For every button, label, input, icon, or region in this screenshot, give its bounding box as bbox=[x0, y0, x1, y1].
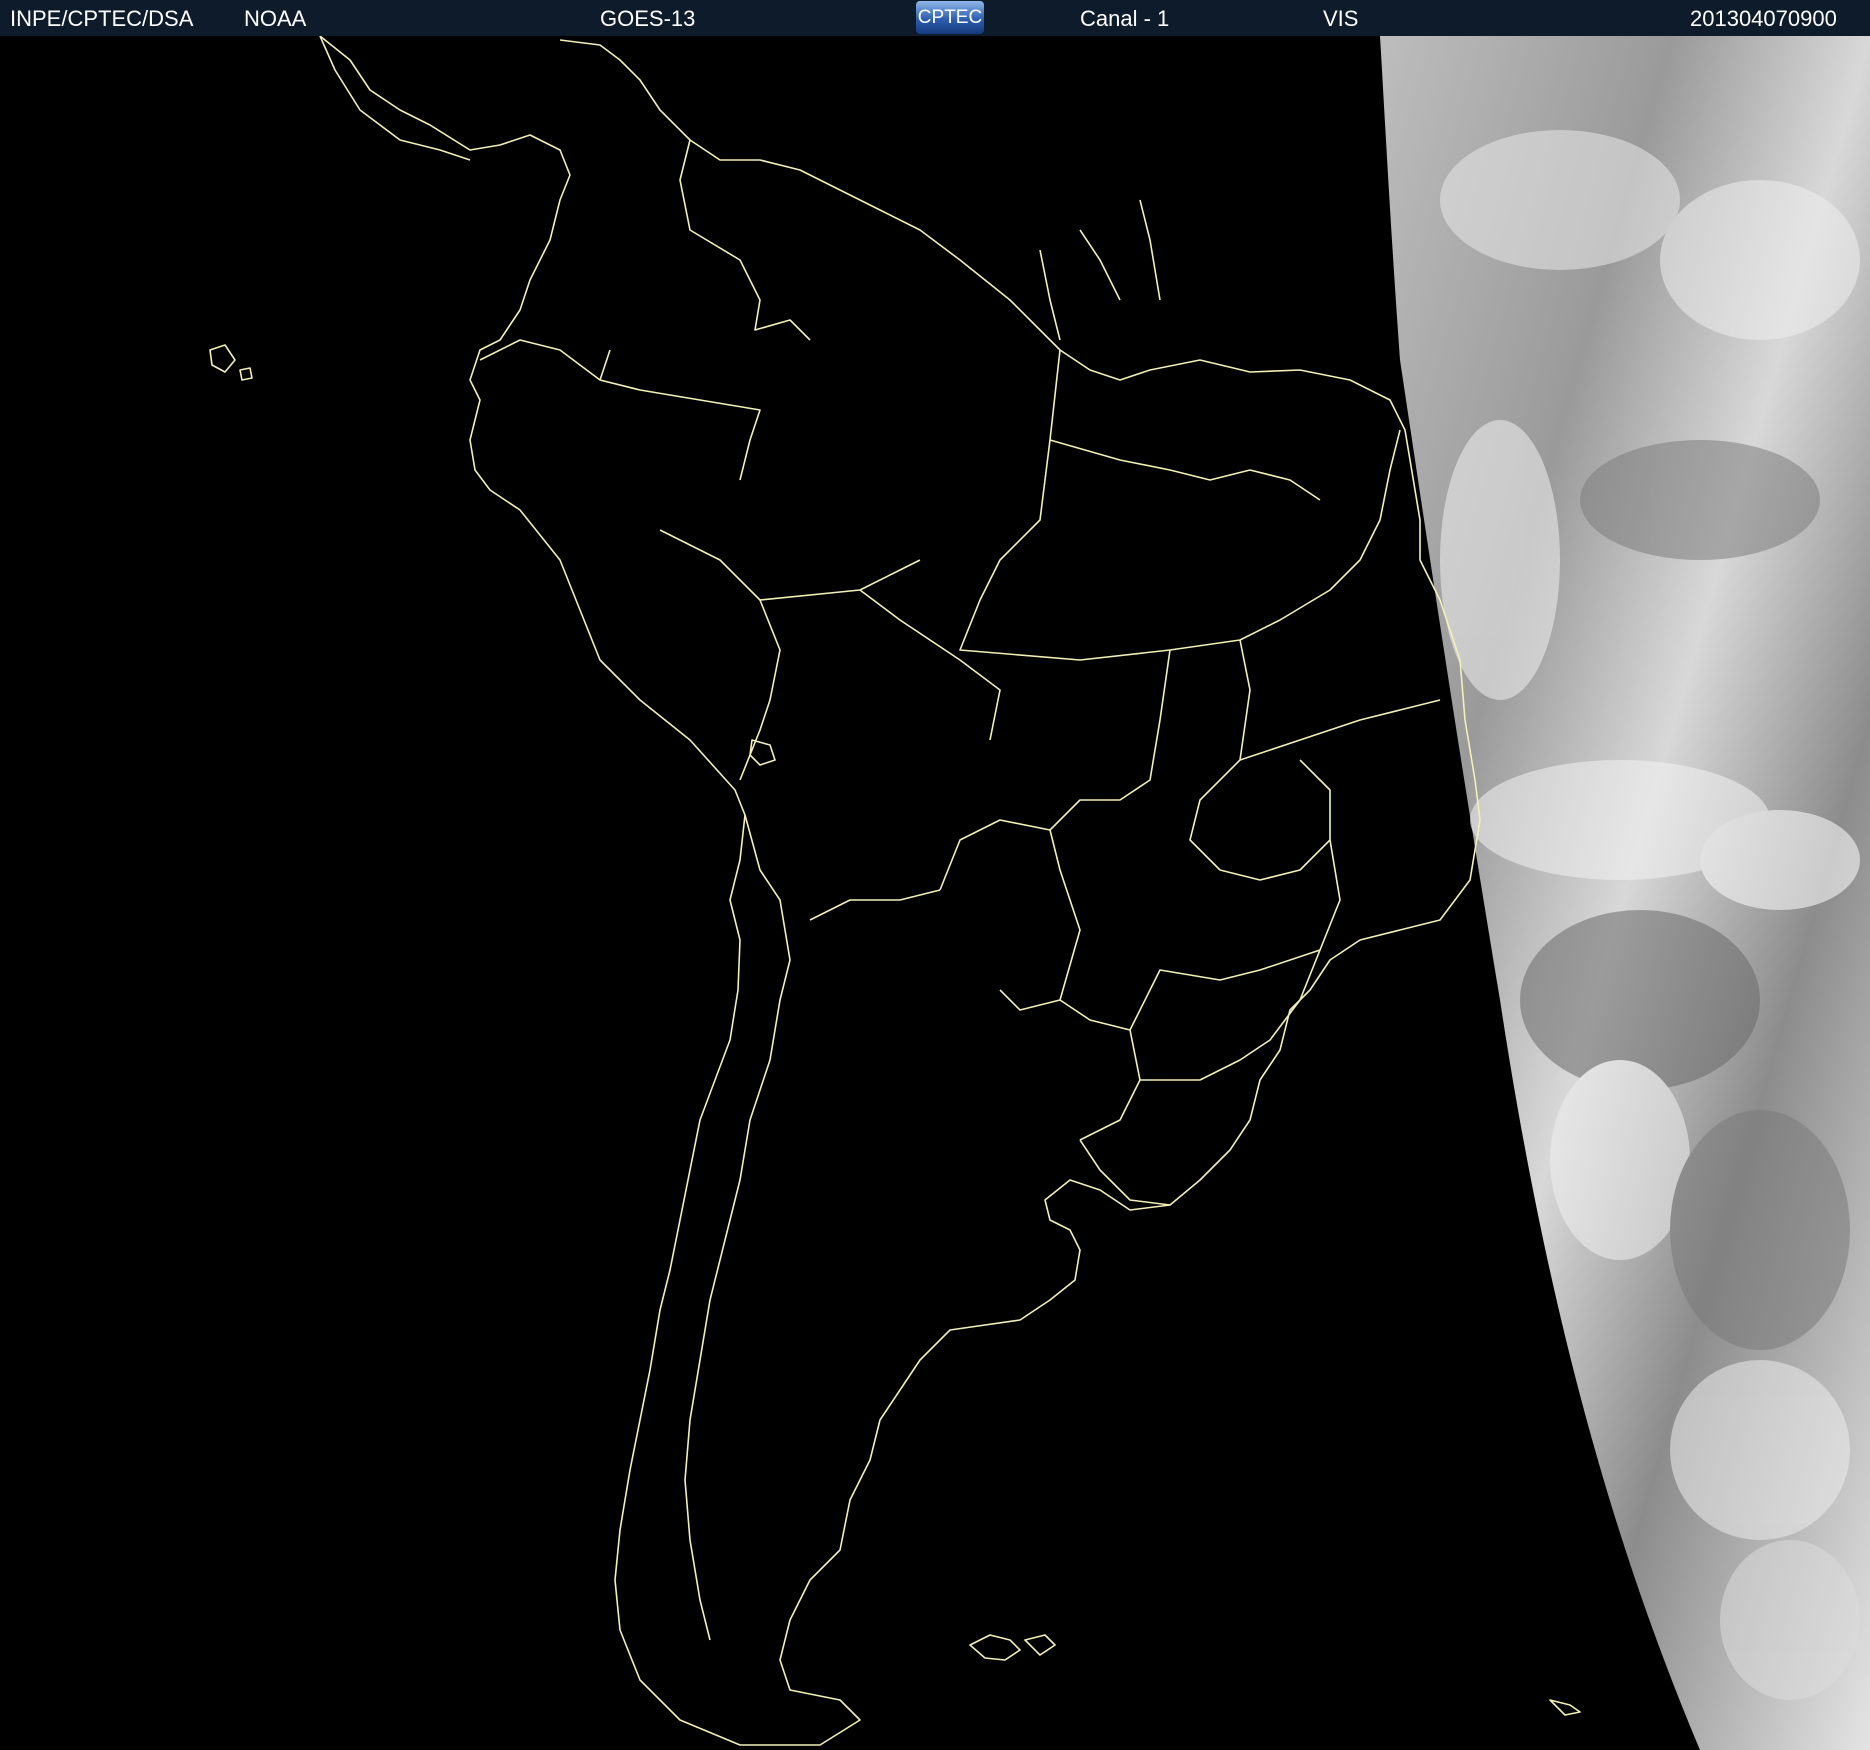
paraguay-border bbox=[939, 819, 1081, 1011]
satellite-label: GOES-13 bbox=[600, 6, 696, 31]
peru-bolivia-border bbox=[739, 599, 781, 781]
brazil-state-borders bbox=[959, 349, 1441, 1081]
channel-label: Canal - 1 bbox=[1080, 6, 1170, 31]
chile-argentina-border bbox=[684, 814, 791, 1641]
colombia-venezuela-border bbox=[679, 139, 811, 341]
falkland-islands bbox=[969, 1634, 1056, 1661]
map-canvas bbox=[209, 36, 1870, 1750]
logo-text: CPTEC bbox=[917, 7, 983, 28]
south-georgia bbox=[1549, 1699, 1581, 1716]
header-bar: INPE/CPTEC/DSA NOAA GOES-13 CPTEC Canal … bbox=[0, 0, 1870, 36]
country-borders bbox=[479, 139, 1441, 1641]
colombia-brazil-border bbox=[599, 349, 761, 481]
cptec-logo: CPTEC bbox=[916, 1, 984, 34]
bolivia-argentina-border bbox=[809, 889, 941, 921]
peru-brazil-border bbox=[659, 529, 921, 601]
uruguay-border bbox=[1079, 1139, 1171, 1206]
guianas-borders bbox=[1039, 199, 1161, 341]
partner-label: NOAA bbox=[244, 6, 307, 31]
bolivia-brazil-border bbox=[859, 589, 1001, 741]
ecuador-border bbox=[479, 339, 601, 381]
south-america-coastline bbox=[319, 36, 1481, 1746]
galapagos-islands bbox=[209, 344, 253, 381]
timestamp-label: 201304070900 bbox=[1690, 6, 1837, 31]
satellite-map[interactable] bbox=[0, 36, 1870, 1750]
brazil-argentina-border bbox=[1059, 999, 1141, 1141]
agency-label: INPE/CPTEC/DSA bbox=[10, 6, 194, 31]
band-label: VIS bbox=[1323, 6, 1359, 31]
